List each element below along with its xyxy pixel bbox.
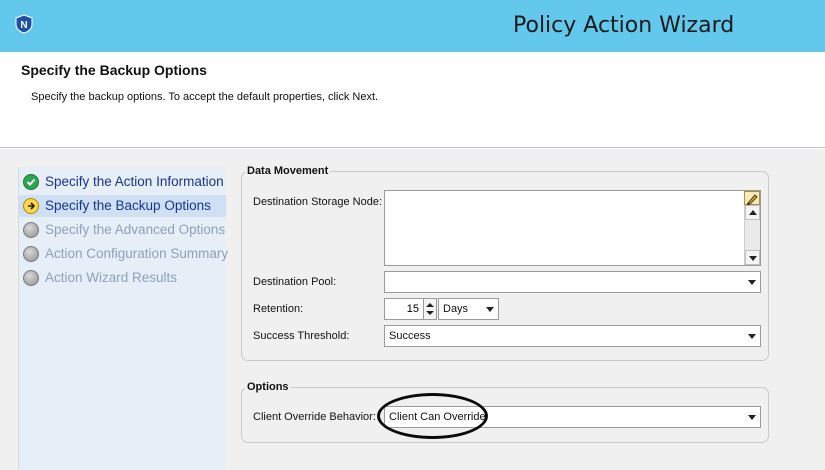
chevron-down-icon <box>486 307 494 312</box>
redacted-area <box>397 275 501 290</box>
svg-text:N: N <box>20 20 27 31</box>
increment-icon[interactable] <box>426 303 434 307</box>
destination-storage-node-label: Destination Storage Node: <box>253 196 383 208</box>
step-label: Action Wizard Results <box>45 270 178 285</box>
options-title: Options <box>245 381 291 393</box>
retention-label: Retention: <box>253 303 304 315</box>
scroll-up-button[interactable] <box>745 205 760 220</box>
step-configuration-summary[interactable]: Action Configuration Summary <box>19 243 229 265</box>
step-advanced-options[interactable]: Specify the Advanced Options <box>19 219 226 241</box>
retention-stepper[interactable] <box>423 298 437 320</box>
vertical-scrollbar[interactable] <box>744 191 760 265</box>
check-icon <box>23 174 39 190</box>
wizard-steps-panel: Specify the Action Information Specify t… <box>18 167 229 470</box>
gray-circle-icon <box>23 222 39 238</box>
retention-value: 15 <box>406 303 419 315</box>
step-action-information[interactable]: Specify the Action Information <box>19 171 226 193</box>
gray-circle-icon <box>23 270 39 286</box>
chevron-down-icon <box>748 334 756 339</box>
chevron-down-icon <box>748 280 756 285</box>
success-threshold-label: Success Threshold: <box>253 330 350 342</box>
networker-n-icon: N <box>15 14 33 34</box>
highlight-ellipse-annotation <box>377 393 488 439</box>
success-threshold-dropdown[interactable]: Success <box>384 325 761 347</box>
gray-circle-icon <box>23 246 39 262</box>
step-wizard-results[interactable]: Action Wizard Results <box>19 267 226 289</box>
step-label: Specify the Advanced Options <box>45 222 226 237</box>
arrow-right-icon <box>23 198 39 214</box>
pencil-edit-icon[interactable] <box>744 191 760 206</box>
data-movement-title: Data Movement <box>245 165 331 177</box>
page-title: Specify the Backup Options <box>21 62 207 78</box>
chevron-down-icon <box>748 415 756 420</box>
destination-pool-dropdown[interactable] <box>384 271 761 293</box>
client-override-label: Client Override Behavior: <box>253 411 376 423</box>
step-label: Specify the Action Information <box>45 174 224 189</box>
retention-input[interactable]: 15 <box>384 298 424 320</box>
page-subtitle: Specify the backup options. To accept th… <box>31 91 379 103</box>
title-bar: N Policy Action Wizard <box>0 0 825 52</box>
retention-unit-dropdown[interactable]: Days <box>438 298 499 320</box>
success-threshold-value: Success <box>389 330 431 342</box>
retention-unit-value: Days <box>443 303 469 315</box>
destination-pool-label: Destination Pool: <box>253 276 337 288</box>
decrement-icon[interactable] <box>426 311 434 315</box>
step-label: Specify the Backup Options <box>45 198 211 213</box>
window-title: Policy Action Wizard <box>513 13 735 38</box>
scroll-down-button[interactable] <box>745 250 760 265</box>
step-label: Action Configuration Summary <box>45 246 229 261</box>
step-backup-options[interactable]: Specify the Backup Options <box>19 195 226 217</box>
destination-storage-node-field[interactable] <box>384 190 761 266</box>
